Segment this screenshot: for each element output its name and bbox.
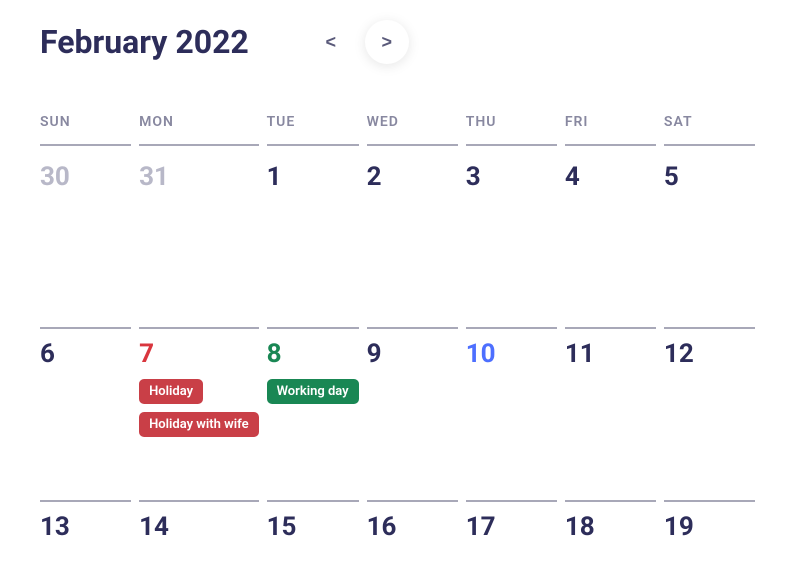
day-cell[interactable]: 5 [664, 154, 755, 319]
event-badge[interactable]: Working day [267, 379, 359, 404]
day-cell[interactable]: 15 [267, 500, 359, 542]
day-cell[interactable]: 18 [565, 500, 656, 542]
weekday-header: FRI [565, 114, 656, 146]
day-cell[interactable]: 30 [40, 154, 131, 319]
day-cell[interactable]: 2 [367, 154, 458, 319]
calendar-header: February 2022 < > [40, 20, 755, 64]
day-number: 2 [367, 162, 458, 192]
day-number: 31 [139, 162, 258, 192]
next-month-button[interactable]: > [365, 20, 409, 64]
day-number: 18 [565, 512, 656, 542]
day-number: 5 [664, 162, 755, 192]
day-number: 13 [40, 512, 131, 542]
day-number: 16 [367, 512, 458, 542]
day-number: 10 [466, 339, 557, 369]
day-number: 4 [565, 162, 656, 192]
month-title: February 2022 [40, 23, 249, 61]
day-cell[interactable]: 6 [40, 327, 131, 492]
day-number: 11 [565, 339, 656, 369]
day-number: 14 [139, 512, 258, 542]
event-badge[interactable]: Holiday with wife [139, 412, 258, 437]
day-cell[interactable]: 17 [466, 500, 557, 542]
day-cell[interactable]: 16 [367, 500, 458, 542]
day-cell[interactable]: 9 [367, 327, 458, 492]
day-cell[interactable]: 13 [40, 500, 131, 542]
day-number: 6 [40, 339, 131, 369]
day-number: 3 [466, 162, 557, 192]
weekday-header: SUN [40, 114, 131, 146]
day-number: 15 [267, 512, 359, 542]
day-cell[interactable]: 3 [466, 154, 557, 319]
day-events: Holiday Holiday with wife [139, 379, 258, 437]
day-number: 1 [267, 162, 359, 192]
day-number: 7 [139, 339, 258, 369]
day-cell[interactable]: 7 Holiday Holiday with wife [139, 327, 258, 492]
day-number: 8 [267, 339, 359, 369]
weekday-header: TUE [267, 114, 359, 146]
day-cell[interactable]: 4 [565, 154, 656, 319]
day-number: 9 [367, 339, 458, 369]
day-number: 12 [664, 339, 755, 369]
day-cell[interactable]: 1 [267, 154, 359, 319]
day-cell[interactable]: 31 [139, 154, 258, 319]
weekday-header: SAT [664, 114, 755, 146]
day-cell[interactable]: 10 [466, 327, 557, 492]
nav-buttons: < > [309, 20, 409, 64]
prev-month-button[interactable]: < [309, 20, 353, 64]
weekday-header: THU [466, 114, 557, 146]
event-badge[interactable]: Holiday [139, 379, 203, 404]
weekday-header: WED [367, 114, 458, 146]
day-cell[interactable]: 11 [565, 327, 656, 492]
day-cell[interactable]: 19 [664, 500, 755, 542]
calendar-grid: SUN MON TUE WED THU FRI SAT 30 31 1 2 3 … [40, 114, 755, 542]
day-number: 30 [40, 162, 131, 192]
day-cell[interactable]: 8 Working day [267, 327, 359, 492]
day-events: Working day [267, 379, 359, 404]
day-number: 17 [466, 512, 557, 542]
day-cell[interactable]: 12 [664, 327, 755, 492]
day-number: 19 [664, 512, 755, 542]
day-cell[interactable]: 14 [139, 500, 258, 542]
weekday-header: MON [139, 114, 258, 146]
